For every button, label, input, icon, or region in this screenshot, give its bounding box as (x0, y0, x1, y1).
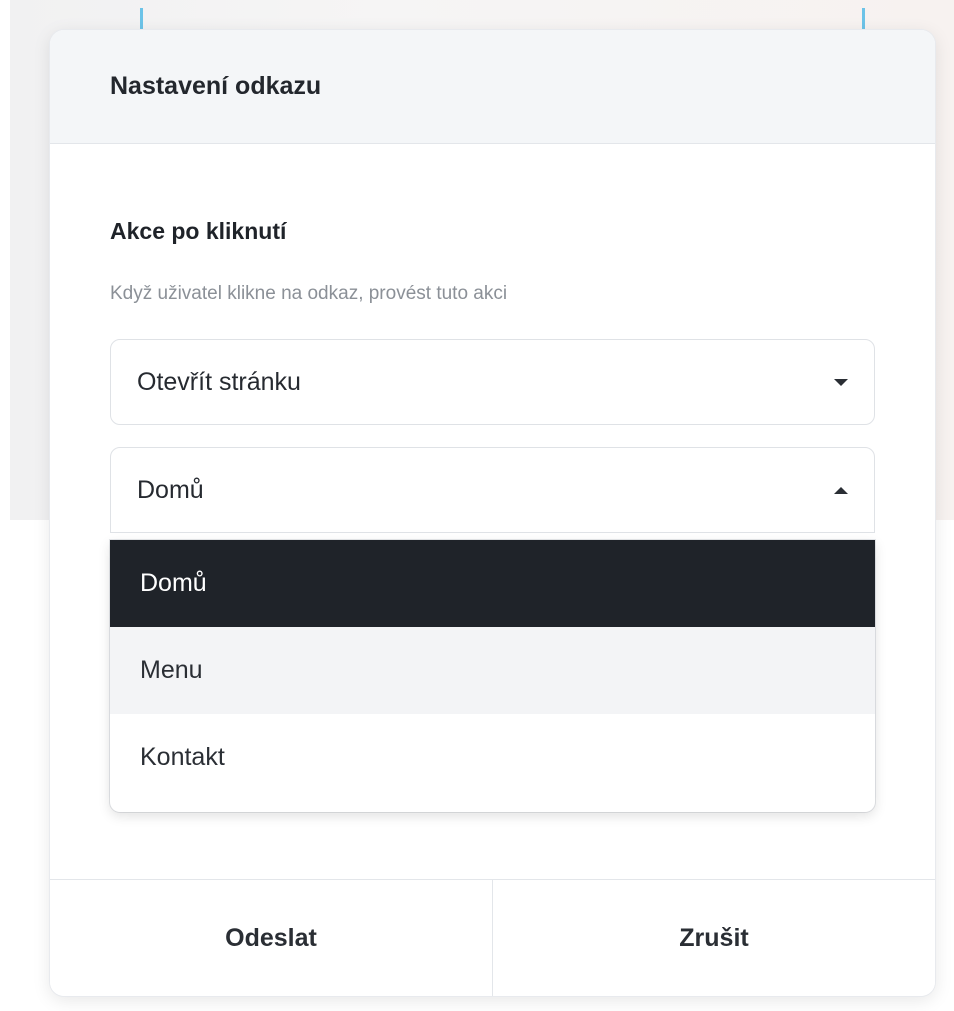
chevron-down-icon (834, 378, 848, 386)
dialog-header: Nastavení odkazu (50, 30, 935, 144)
chevron-up-icon (834, 486, 848, 494)
link-settings-dialog: Nastavení odkazu Akce po kliknutí Když u… (50, 30, 935, 996)
submit-button[interactable]: Odeslat (50, 880, 493, 996)
click-action-label: Akce po kliknutí (110, 218, 287, 244)
action-select[interactable]: Otevřít stránku (110, 339, 875, 425)
action-select-value: Otevřít stránku (137, 367, 301, 396)
dialog-title: Nastavení odkazu (110, 72, 322, 100)
cancel-button[interactable]: Zrušit (493, 880, 935, 996)
page-select-value: Domů (137, 475, 204, 504)
click-action-help-text: Když uživatel klikne na odkaz, provést t… (110, 283, 508, 304)
page-select-dropdown: Domů Menu Kontakt (110, 540, 875, 812)
page-select[interactable]: Domů (110, 447, 875, 533)
dropdown-option-menu[interactable]: Menu (110, 627, 875, 714)
dropdown-option-kontakt[interactable]: Kontakt (110, 714, 875, 801)
dialog-footer: Odeslat Zrušit (50, 879, 935, 996)
dropdown-option-domu[interactable]: Domů (110, 540, 875, 627)
